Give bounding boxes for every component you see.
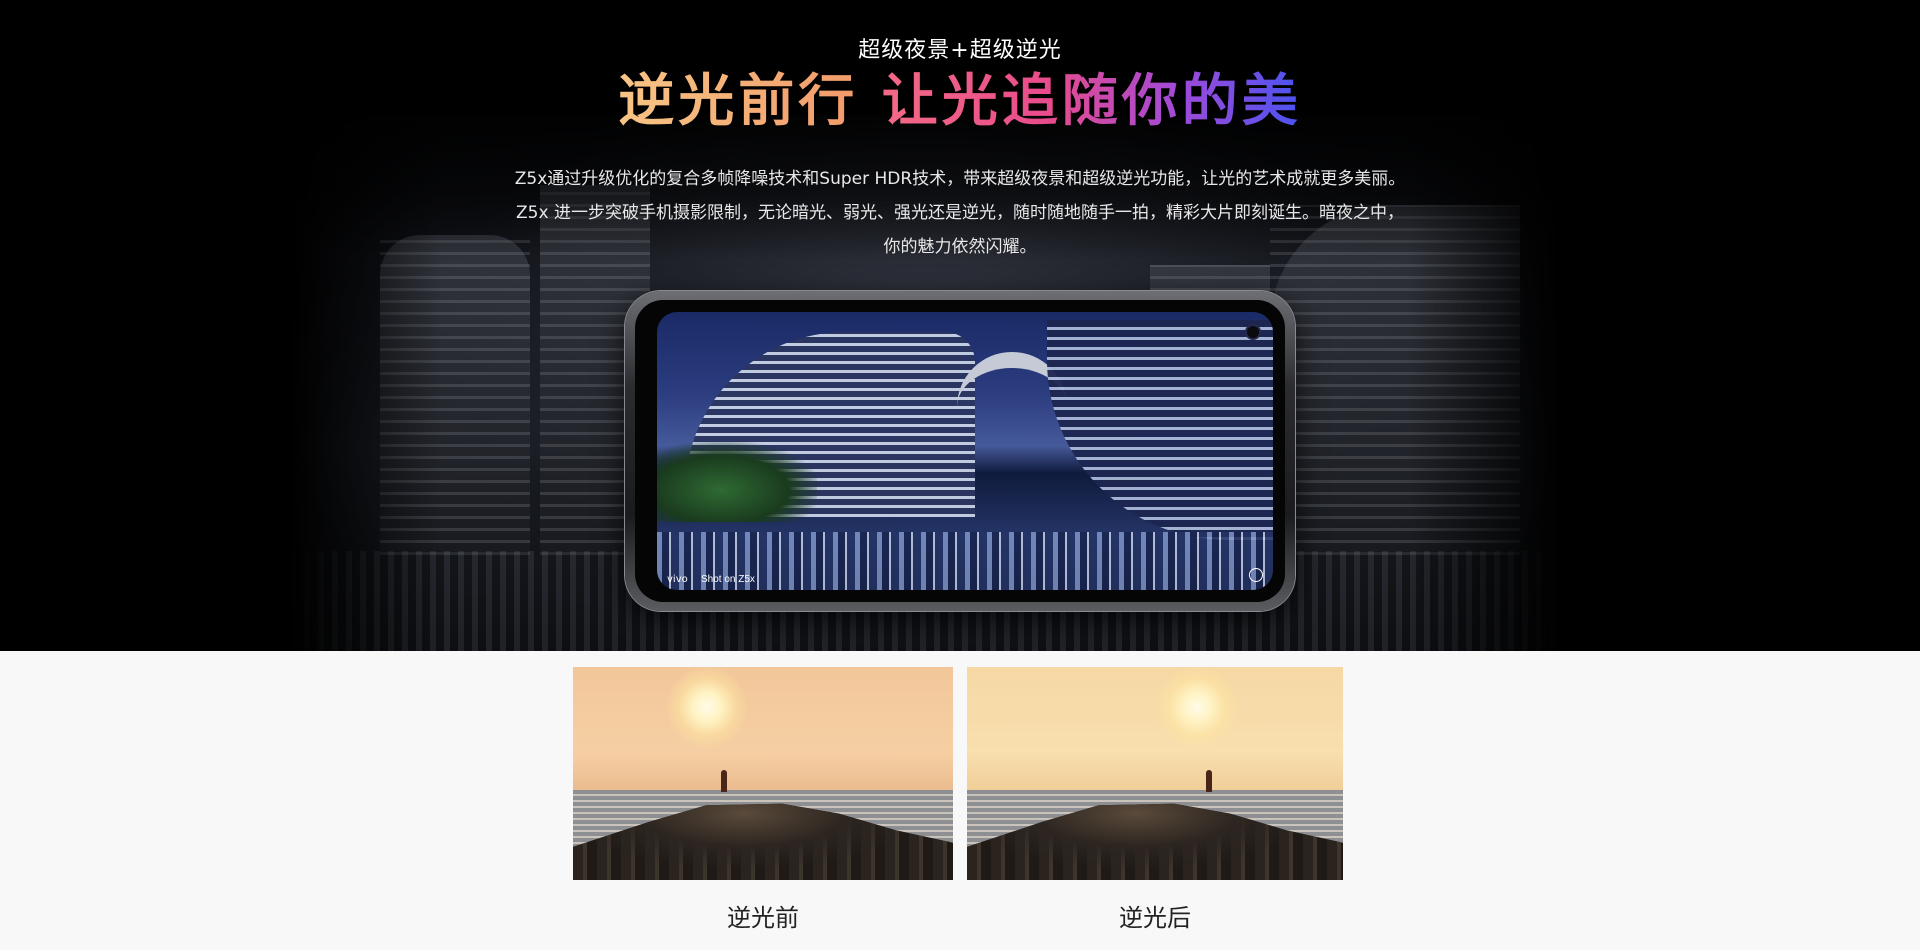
settings-icon	[1249, 568, 1263, 582]
after-caption: 逆光后	[1119, 904, 1191, 932]
hero-headline: 逆光前行 让光追随你的美	[0, 66, 1920, 138]
shot-on-watermark: Shot on Z5x	[701, 574, 755, 585]
person-silhouette	[721, 770, 727, 792]
hero-description: Z5x通过升级优化的复合多帧降噪技术和Super HDR技术，带来超级夜景和超级…	[0, 162, 1920, 264]
hero-subtitle: 超级夜景+超级逆光	[858, 38, 1062, 63]
vivo-logo: vivo	[667, 574, 688, 585]
headline-part-1: 逆光前行	[618, 69, 859, 134]
description-line: Z5x 进一步突破手机摄影限制，无论暗光、弱光、强光还是逆光，随时随地随手一拍，…	[516, 203, 1404, 223]
sun	[1157, 667, 1237, 747]
headline-part-2: 让光追随你的美	[881, 69, 1302, 134]
before-backlight-photo	[573, 667, 953, 880]
phone-screen-photo: vivo Shot on Z5x	[657, 312, 1273, 590]
hero-section: 超级夜景+超级逆光 逆光前行 让光追随你的美 Z5x通过升级优化的复合多帧降噪技…	[0, 0, 1920, 651]
person-silhouette	[1206, 770, 1212, 792]
before-caption: 逆光前	[727, 904, 799, 932]
description-line: 你的魅力依然闪耀。	[883, 237, 1037, 257]
sun	[667, 667, 747, 747]
camera-hole-icon	[1247, 326, 1259, 338]
phone-mockup: vivo Shot on Z5x	[625, 291, 1295, 611]
after-backlight-photo	[967, 667, 1343, 880]
description-line: Z5x通过升级优化的复合多帧降噪技术和Super HDR技术，带来超级夜景和超级…	[514, 169, 1406, 189]
